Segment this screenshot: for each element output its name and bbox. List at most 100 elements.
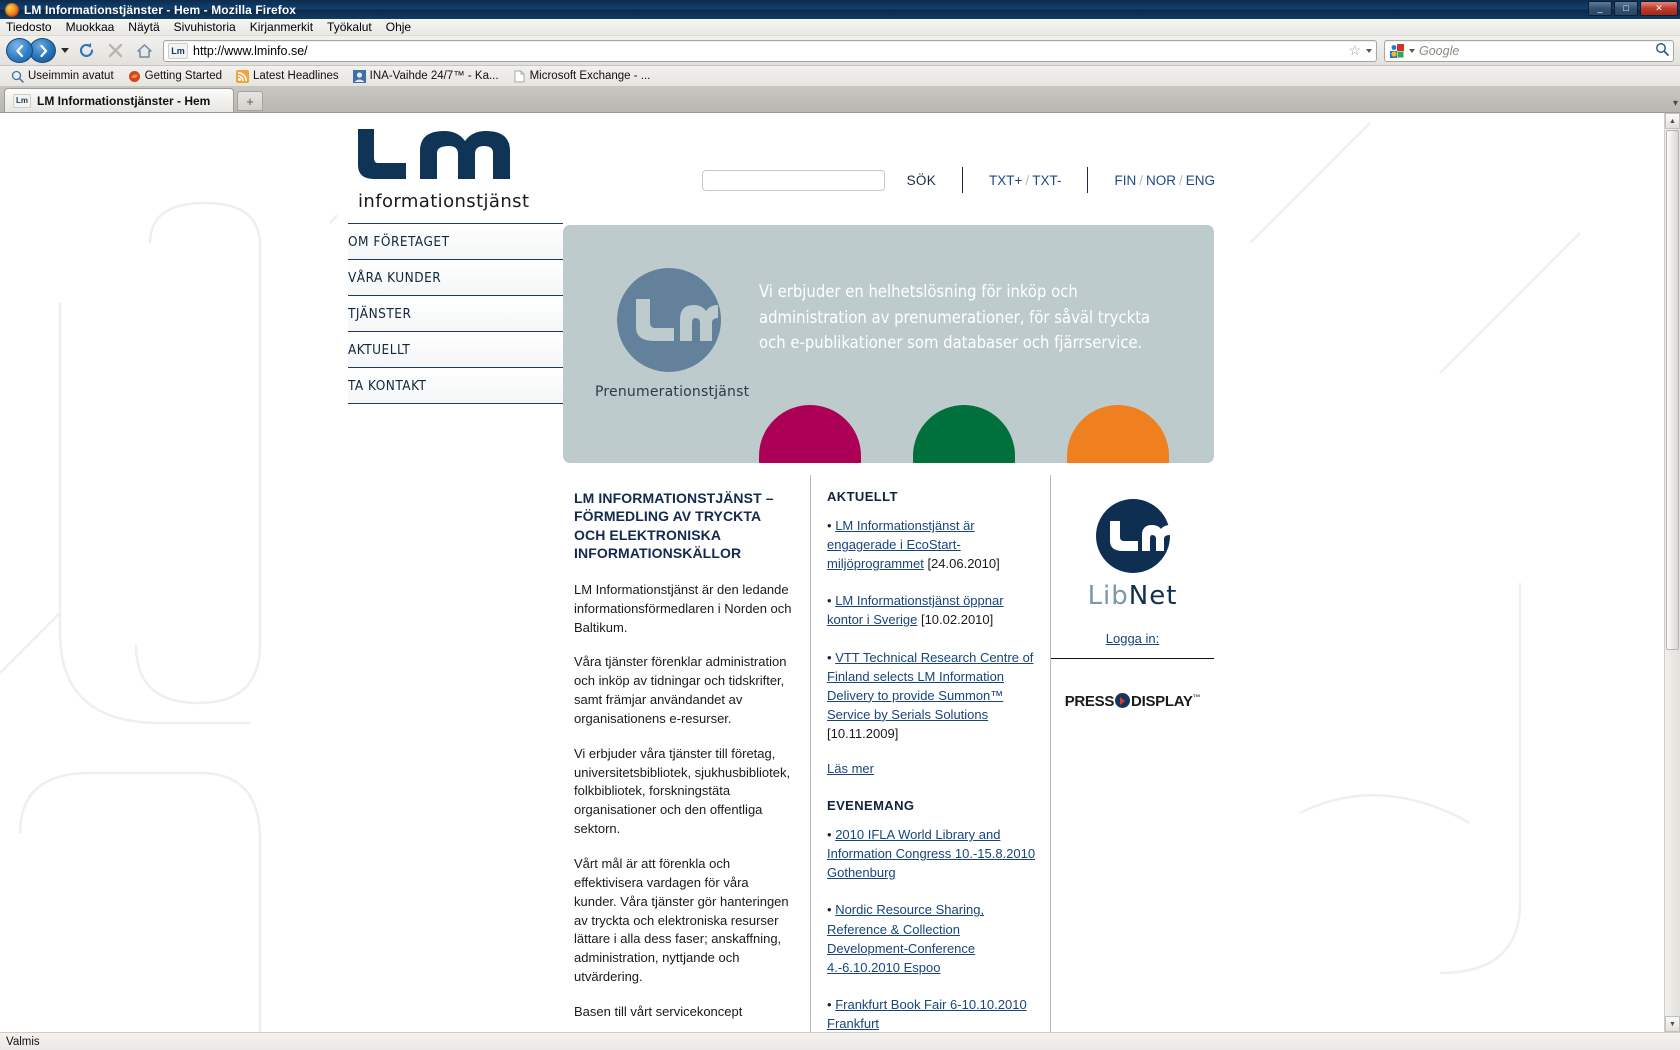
nav-item-aktuellt[interactable]: AKTUELLT: [348, 332, 563, 368]
nav-item-om-foretaget[interactable]: OM FÖRETAGET: [348, 224, 563, 260]
divider: [1087, 167, 1089, 193]
news-date: [10.02.2010]: [920, 612, 994, 628]
site-main-area: Prenumerationstjänst Vi erbjuder en helh…: [563, 223, 1225, 1032]
nav-item-ta-kontakt[interactable]: TA KONTAKT: [348, 368, 563, 404]
hero-text: Vi erbjuder en helhetslösning för inköp …: [759, 282, 1151, 353]
tablist-menu-icon[interactable]: ▾: [1673, 98, 1678, 109]
separator: /: [1139, 172, 1143, 188]
blank-page-icon: [513, 70, 526, 83]
text-size-decrease-button[interactable]: TXT-: [1032, 173, 1061, 188]
search-bar[interactable]: Google: [1384, 39, 1674, 62]
bookmark-label: Useimmin avatut: [28, 70, 114, 82]
hero-banner: Prenumerationstjänst Vi erbjuder en helh…: [563, 225, 1214, 463]
magnifier-icon[interactable]: [1655, 42, 1669, 59]
tab-strip: Lm LM Informationstjänster - Hem + ▾: [0, 87, 1680, 113]
pressdisplay-promo[interactable]: PRESS DISPLAY™: [1051, 693, 1214, 710]
menu-item-muokkaa[interactable]: Muokkaa: [66, 20, 115, 34]
article-paragraph: Vi erbjuder våra tjänster till företag, …: [574, 745, 791, 837]
bookmark-ina-vaihde[interactable]: INA-Vaihde 24/7™ - Ka...: [348, 69, 504, 84]
menu-item-tiedosto[interactable]: Tiedosto: [6, 20, 52, 34]
event-link[interactable]: Frankfurt Book Fair 6-10.10.2010 Frankfu…: [827, 997, 1027, 1031]
scroll-up-button[interactable]: ▲: [1665, 113, 1680, 129]
menu-item-tyokalut[interactable]: Työkalut: [327, 20, 372, 34]
hero-dots: [759, 405, 1169, 463]
menu-bar: Tiedosto Muokkaa Näytä Sivuhistoria Kirj…: [0, 19, 1680, 36]
pressdisplay-press: PRESS: [1064, 693, 1115, 710]
news-item: • LM Informationstjänst öppnar kontor i …: [827, 591, 1036, 629]
maximize-button[interactable]: □: [1614, 1, 1638, 16]
scrollbar-thumb[interactable]: [1666, 130, 1679, 650]
forward-button[interactable]: [29, 38, 56, 63]
web-page: informationstjänst SÖK TXT+ / TXT- FIN /…: [0, 113, 1664, 1032]
star-icon[interactable]: ☆: [1348, 42, 1361, 59]
event-link[interactable]: Nordic Resource Sharing, Reference & Col…: [827, 902, 984, 974]
article-paragraph: Våra tjänster förenklar administration o…: [574, 654, 787, 726]
separator: /: [1178, 172, 1183, 188]
back-button[interactable]: [6, 38, 33, 63]
hero-dot-magenta[interactable]: [759, 405, 861, 463]
language-link-fin[interactable]: FIN: [1114, 173, 1136, 188]
chevron-down-icon[interactable]: [1366, 48, 1372, 53]
firefox-icon: [128, 70, 141, 83]
site-search-button[interactable]: SÖK: [907, 173, 936, 188]
news-link[interactable]: VTT Technical Research Centre of Finland…: [827, 650, 1033, 722]
hero-dot-orange[interactable]: [1067, 405, 1169, 463]
page-icon: [352, 69, 366, 83]
window-titlebar: LM Informationstjänster - Hem - Mozilla …: [0, 0, 1680, 19]
bullet-icon: •: [827, 518, 832, 533]
bookmark-most-visited[interactable]: Useimmin avatut: [6, 69, 119, 84]
bookmark-microsoft-exchange[interactable]: Microsoft Exchange - ...: [508, 69, 656, 84]
divider: [962, 167, 964, 193]
event-link[interactable]: 2010 IFLA World Library and Information …: [827, 827, 1035, 880]
nav-history-dropdown-icon[interactable]: [61, 48, 69, 53]
tab-active[interactable]: Lm LM Informationstjänster - Hem: [4, 88, 234, 112]
bookmark-getting-started[interactable]: Getting Started: [123, 69, 227, 84]
site-logo[interactable]: informationstjänst: [348, 127, 573, 212]
language-link-nor[interactable]: NOR: [1146, 173, 1176, 188]
navigation-toolbar: Lm http://www.lminfo.se/ ☆ Google: [0, 36, 1680, 66]
close-button[interactable]: ✕: [1640, 1, 1678, 16]
new-tab-button[interactable]: +: [237, 91, 263, 111]
scroll-down-button[interactable]: ▼: [1665, 1016, 1680, 1032]
site-container: informationstjänst SÖK TXT+ / TXT- FIN /…: [337, 119, 1225, 1032]
search-input[interactable]: Google: [1419, 44, 1651, 58]
menu-item-ohje[interactable]: Ohje: [386, 20, 411, 34]
logo-subtitle: informationstjänst: [358, 191, 530, 212]
tab-title: LM Informationstjänster - Hem: [37, 93, 211, 108]
login-row: Logga in:: [1051, 631, 1214, 646]
minimize-button[interactable]: _: [1588, 1, 1612, 16]
bookmark-latest-headlines[interactable]: Latest Headlines: [231, 69, 344, 84]
search-engine-dropdown-icon[interactable]: [1409, 48, 1415, 53]
stop-icon[interactable]: [103, 39, 127, 63]
libnet-lib: Lib: [1087, 581, 1129, 611]
site-header: informationstjänst SÖK TXT+ / TXT- FIN /…: [337, 119, 1225, 223]
nav-item-tjanster[interactable]: TJÄNSTER: [348, 296, 563, 332]
nav-item-vara-kunder[interactable]: VÅRA KUNDER: [348, 260, 563, 296]
nav-buttons: [6, 38, 69, 63]
rss-icon: [236, 69, 249, 83]
site-search-input[interactable]: [701, 169, 885, 191]
firefox-window: LM Informationstjänster - Hem - Mozilla …: [0, 0, 1680, 1050]
reload-icon[interactable]: [74, 39, 98, 63]
menu-item-sivuhistoria[interactable]: Sivuhistoria: [174, 20, 236, 34]
libnet-net: Net: [1128, 581, 1178, 611]
status-bar: Valmis: [0, 1032, 1680, 1050]
google-icon: [1389, 43, 1405, 59]
status-text: Valmis: [6, 1035, 40, 1048]
libnet-promo[interactable]: LibNet Logga in:: [1051, 475, 1214, 659]
language-link-eng[interactable]: ENG: [1186, 173, 1215, 188]
menu-item-nayta[interactable]: Näytä: [128, 20, 159, 34]
home-icon[interactable]: [132, 39, 156, 63]
bookmarks-toolbar: Useimmin avatut Getting Started Latest H…: [0, 66, 1680, 87]
events-heading: EVENEMANG: [827, 798, 915, 814]
text-size-increase-button[interactable]: TXT+: [989, 173, 1022, 188]
news-heading: AKTUELLT: [827, 489, 898, 504]
read-more-link[interactable]: Läs mer: [827, 761, 874, 776]
menu-item-kirjanmerkit[interactable]: Kirjanmerkit: [250, 20, 313, 34]
login-link[interactable]: Logga in:: [1106, 631, 1160, 646]
tabstrip-scroll-controls: ▾: [1673, 98, 1678, 109]
address-bar[interactable]: Lm http://www.lminfo.se/ ☆: [163, 39, 1377, 62]
hero-dot-green[interactable]: [913, 405, 1015, 463]
page-scrollbar-vertical[interactable]: ▲ ▼: [1664, 113, 1680, 1032]
url-text[interactable]: http://www.lminfo.se/: [193, 44, 1343, 58]
